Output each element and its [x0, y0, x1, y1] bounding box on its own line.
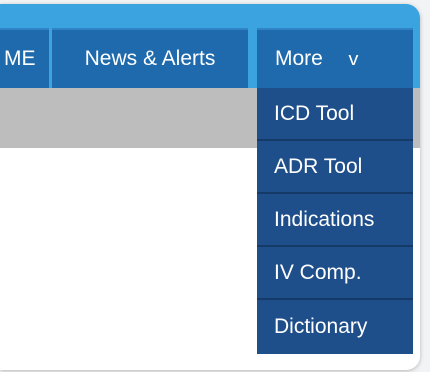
app-card: ME News & Alerts More v ICD Tool ADR Too…: [0, 4, 420, 370]
nav-item-me[interactable]: ME: [0, 28, 49, 88]
more-dropdown-menu: ICD Tool ADR Tool Indications IV Comp. D…: [257, 88, 413, 354]
menu-item-label: ADR Tool: [274, 154, 363, 178]
menu-item-adr-tool[interactable]: ADR Tool: [257, 141, 413, 194]
menu-item-dictionary[interactable]: Dictionary: [257, 300, 413, 354]
menu-item-label: IV Comp.: [274, 260, 362, 284]
menu-item-label: Dictionary: [274, 315, 368, 338]
nav-item-news-alerts[interactable]: News & Alerts: [52, 28, 248, 88]
nav-item-news-alerts-label: News & Alerts: [84, 47, 216, 70]
nav-item-more[interactable]: More v: [257, 28, 413, 88]
menu-item-label: ICD Tool: [274, 101, 355, 125]
nav-item-me-label: ME: [4, 47, 36, 70]
chevron-down-icon: v: [348, 48, 359, 69]
menu-item-iv-comp[interactable]: IV Comp.: [257, 247, 413, 300]
menu-item-indications[interactable]: Indications: [257, 194, 413, 247]
menu-item-label: Indications: [274, 207, 375, 231]
nav-item-more-label: More: [275, 47, 323, 70]
menu-item-icd-tool[interactable]: ICD Tool: [257, 88, 413, 141]
